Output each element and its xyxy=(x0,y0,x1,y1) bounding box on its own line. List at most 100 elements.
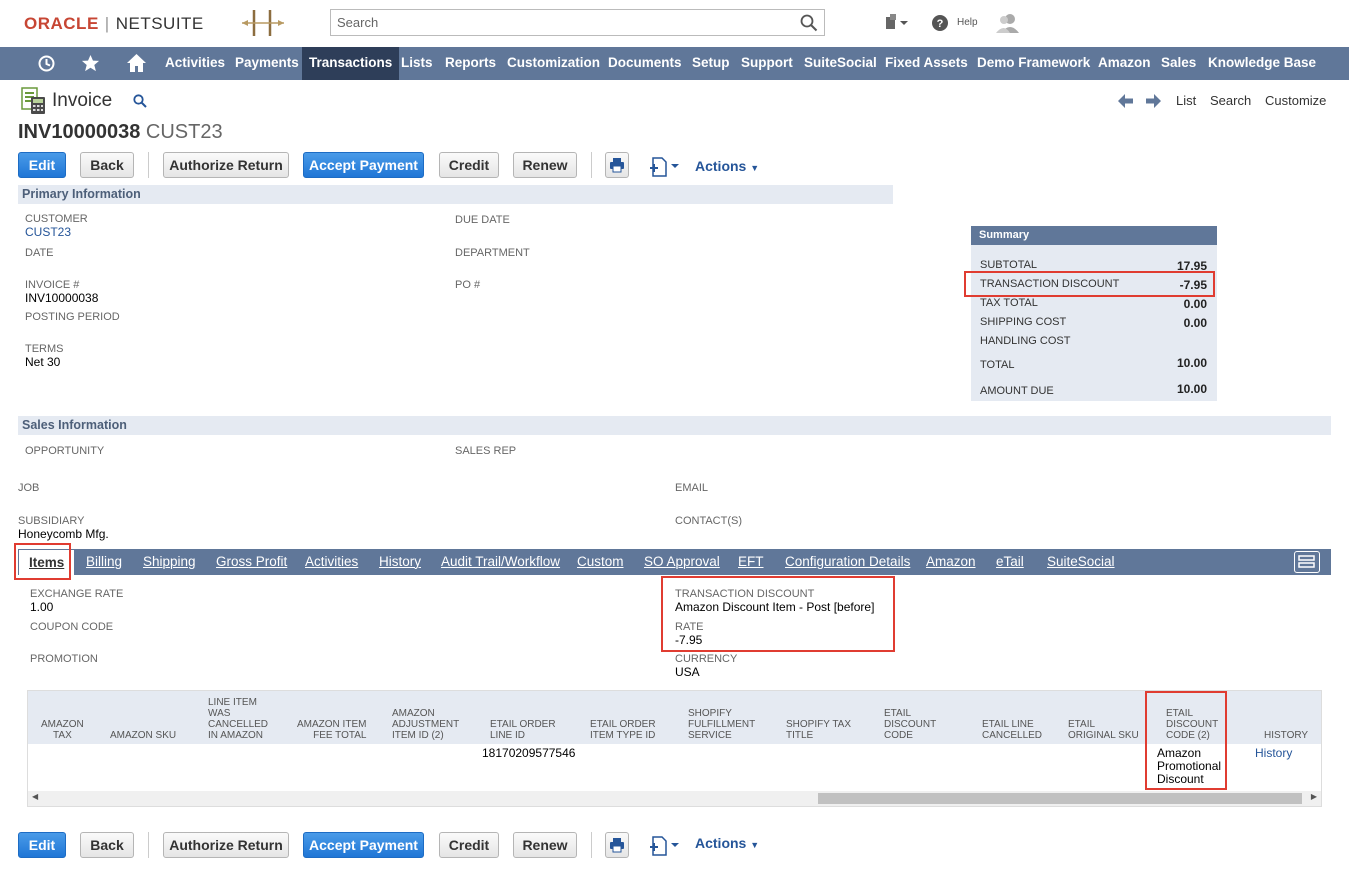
scrollbar-thumb[interactable] xyxy=(818,793,1302,804)
nav-activities[interactable]: Activities xyxy=(165,47,225,80)
help-link[interactable]: Help xyxy=(957,17,978,28)
rate-label: RATE xyxy=(675,621,704,633)
tab-etail[interactable]: eTail xyxy=(996,549,1024,575)
nav-reports[interactable]: Reports xyxy=(445,47,496,80)
cell-history-link[interactable]: History xyxy=(1255,747,1292,760)
accept-payment-button[interactable]: Accept Payment xyxy=(303,152,424,178)
nav-documents[interactable]: Documents xyxy=(608,47,682,80)
nav-transactions[interactable]: Transactions xyxy=(302,47,400,80)
nav-setup[interactable]: Setup xyxy=(692,47,730,80)
currency-value: USA xyxy=(675,665,700,679)
toolbar-divider xyxy=(148,152,149,178)
items-grid: AMAZON TAX AMAZON SKU LINE ITEM WAS CANC… xyxy=(27,690,1322,807)
search-link[interactable]: Search xyxy=(1210,93,1251,108)
primary-information-header[interactable]: Primary Information xyxy=(18,185,893,204)
nav-demo-framework[interactable]: Demo Framework xyxy=(977,47,1090,80)
actions-menu-bottom[interactable]: Actions ▼ xyxy=(695,835,759,851)
collapse-expand-button[interactable] xyxy=(1294,551,1320,573)
edit-button[interactable]: Edit xyxy=(18,152,66,178)
col-etail-original-sku[interactable]: ETAIL ORIGINAL SKU xyxy=(1068,719,1139,741)
nav-customization[interactable]: Customization xyxy=(507,47,600,80)
previous-record-arrow-icon[interactable] xyxy=(1118,94,1133,108)
tab-history[interactable]: History xyxy=(379,549,421,575)
customer-label: CUSTOMER xyxy=(25,213,88,225)
col-amazon-tax[interactable]: AMAZON TAX xyxy=(41,719,84,741)
col-line-item-cancelled[interactable]: LINE ITEM WAS CANCELLED IN AMAZON xyxy=(208,697,268,741)
scroll-left-arrow-icon[interactable]: ◀ xyxy=(32,792,38,801)
accept-payment-button-bottom[interactable]: Accept Payment xyxy=(303,832,424,858)
renew-button-bottom[interactable]: Renew xyxy=(513,832,577,858)
print-icon xyxy=(610,838,624,853)
col-amazon-sku[interactable]: AMAZON SKU xyxy=(110,730,176,741)
oracle-netsuite-logo[interactable]: ORACLE | NETSUITE xyxy=(24,14,204,34)
tab-audit-trail-workflow[interactable]: Audit Trail/Workflow xyxy=(441,549,560,575)
customize-link[interactable]: Customize xyxy=(1265,93,1326,108)
recent-history-icon[interactable] xyxy=(37,54,56,73)
actions-menu[interactable]: Actions ▼ xyxy=(695,158,759,174)
list-link[interactable]: List xyxy=(1176,93,1196,108)
col-amazon-adjustment-item-id[interactable]: AMAZON ADJUSTMENT ITEM ID (2) xyxy=(392,708,459,741)
nav-payments[interactable]: Payments xyxy=(235,47,299,80)
tab-items[interactable]: Items xyxy=(19,550,75,575)
summary-transaction-discount-value: -7.95 xyxy=(1179,278,1207,292)
help-icon[interactable]: ? xyxy=(932,15,948,31)
user-avatar-icon[interactable] xyxy=(996,13,1020,33)
tab-gross-profit[interactable]: Gross Profit xyxy=(216,549,287,575)
scroll-right-arrow-icon[interactable]: ▶ xyxy=(1311,792,1317,801)
tab-billing[interactable]: Billing xyxy=(86,549,122,575)
home-icon[interactable] xyxy=(126,53,147,73)
global-search-input[interactable]: Search xyxy=(330,9,825,36)
sales-information-header[interactable]: Sales Information xyxy=(18,416,1331,435)
customer-value-link[interactable]: CUST23 xyxy=(25,225,71,239)
col-shopify-fulfillment-service[interactable]: SHOPIFY FULFILLMENT SERVICE xyxy=(688,708,755,741)
tab-custom[interactable]: Custom xyxy=(577,549,624,575)
search-icon[interactable] xyxy=(800,14,818,32)
next-record-arrow-icon[interactable] xyxy=(1146,94,1161,108)
recent-records-menu[interactable] xyxy=(884,14,910,35)
col-amazon-item-fee-total[interactable]: AMAZON ITEM FEE TOTAL xyxy=(297,719,366,741)
tab-configuration-details[interactable]: Configuration Details xyxy=(785,549,910,575)
col-etail-line-cancelled[interactable]: ETAIL LINE CANCELLED xyxy=(982,719,1042,741)
renew-button[interactable]: Renew xyxy=(513,152,577,178)
col-etail-order-item-type-id[interactable]: ETAIL ORDER ITEM TYPE ID xyxy=(590,719,656,741)
credit-button[interactable]: Credit xyxy=(439,152,499,178)
nav-fixed-assets[interactable]: Fixed Assets xyxy=(885,47,968,80)
search-placeholder: Search xyxy=(337,15,379,30)
authorize-return-button-bottom[interactable]: Authorize Return xyxy=(163,832,289,858)
col-shopify-tax-title[interactable]: SHOPIFY TAX TITLE xyxy=(786,719,851,741)
search-record-icon[interactable] xyxy=(133,94,147,108)
new-document-dropdown-icon[interactable] xyxy=(650,157,680,177)
col-etail-order-line-id[interactable]: ETAIL ORDER LINE ID xyxy=(490,719,556,741)
tab-suitesocial[interactable]: SuiteSocial xyxy=(1047,549,1115,575)
back-button-bottom[interactable]: Back xyxy=(80,832,134,858)
edit-button-bottom[interactable]: Edit xyxy=(18,832,66,858)
toolbar-divider xyxy=(591,832,592,858)
grid-horizontal-scrollbar[interactable]: ◀ ▶ xyxy=(28,791,1321,806)
print-button-bottom[interactable] xyxy=(605,832,629,858)
authorize-return-button[interactable]: Authorize Return xyxy=(163,152,289,178)
print-button[interactable] xyxy=(605,152,629,178)
recent-records-icon xyxy=(886,14,908,29)
nav-suitesocial[interactable]: SuiteSocial xyxy=(804,47,877,80)
tab-amazon[interactable]: Amazon xyxy=(926,549,976,575)
tab-shipping[interactable]: Shipping xyxy=(143,549,196,575)
col-etail-discount-code[interactable]: ETAIL DISCOUNT CODE xyxy=(884,708,936,741)
nav-sales[interactable]: Sales xyxy=(1161,47,1196,80)
transaction-discount-label: TRANSACTION DISCOUNT xyxy=(675,588,815,600)
favorites-star-icon[interactable] xyxy=(81,54,100,73)
tab-activities[interactable]: Activities xyxy=(305,549,358,575)
nav-support[interactable]: Support xyxy=(741,47,793,80)
summary-shipping-cost-label: SHIPPING COST xyxy=(980,316,1067,328)
tab-eft[interactable]: EFT xyxy=(738,549,764,575)
subtab-bar: Items Billing Shipping Gross Profit Acti… xyxy=(18,549,1331,575)
new-document-dropdown-icon[interactable] xyxy=(650,836,680,856)
nav-amazon[interactable]: Amazon xyxy=(1098,47,1151,80)
tab-so-approval[interactable]: SO Approval xyxy=(644,549,720,575)
credit-button-bottom[interactable]: Credit xyxy=(439,832,499,858)
col-etail-discount-code-2[interactable]: ETAIL DISCOUNT CODE (2) xyxy=(1166,708,1218,741)
nav-knowledge-base[interactable]: Knowledge Base xyxy=(1208,47,1316,80)
department-label: DEPARTMENT xyxy=(455,247,530,259)
back-button[interactable]: Back xyxy=(80,152,134,178)
col-history[interactable]: HISTORY xyxy=(1264,730,1308,741)
nav-lists[interactable]: Lists xyxy=(401,47,433,80)
